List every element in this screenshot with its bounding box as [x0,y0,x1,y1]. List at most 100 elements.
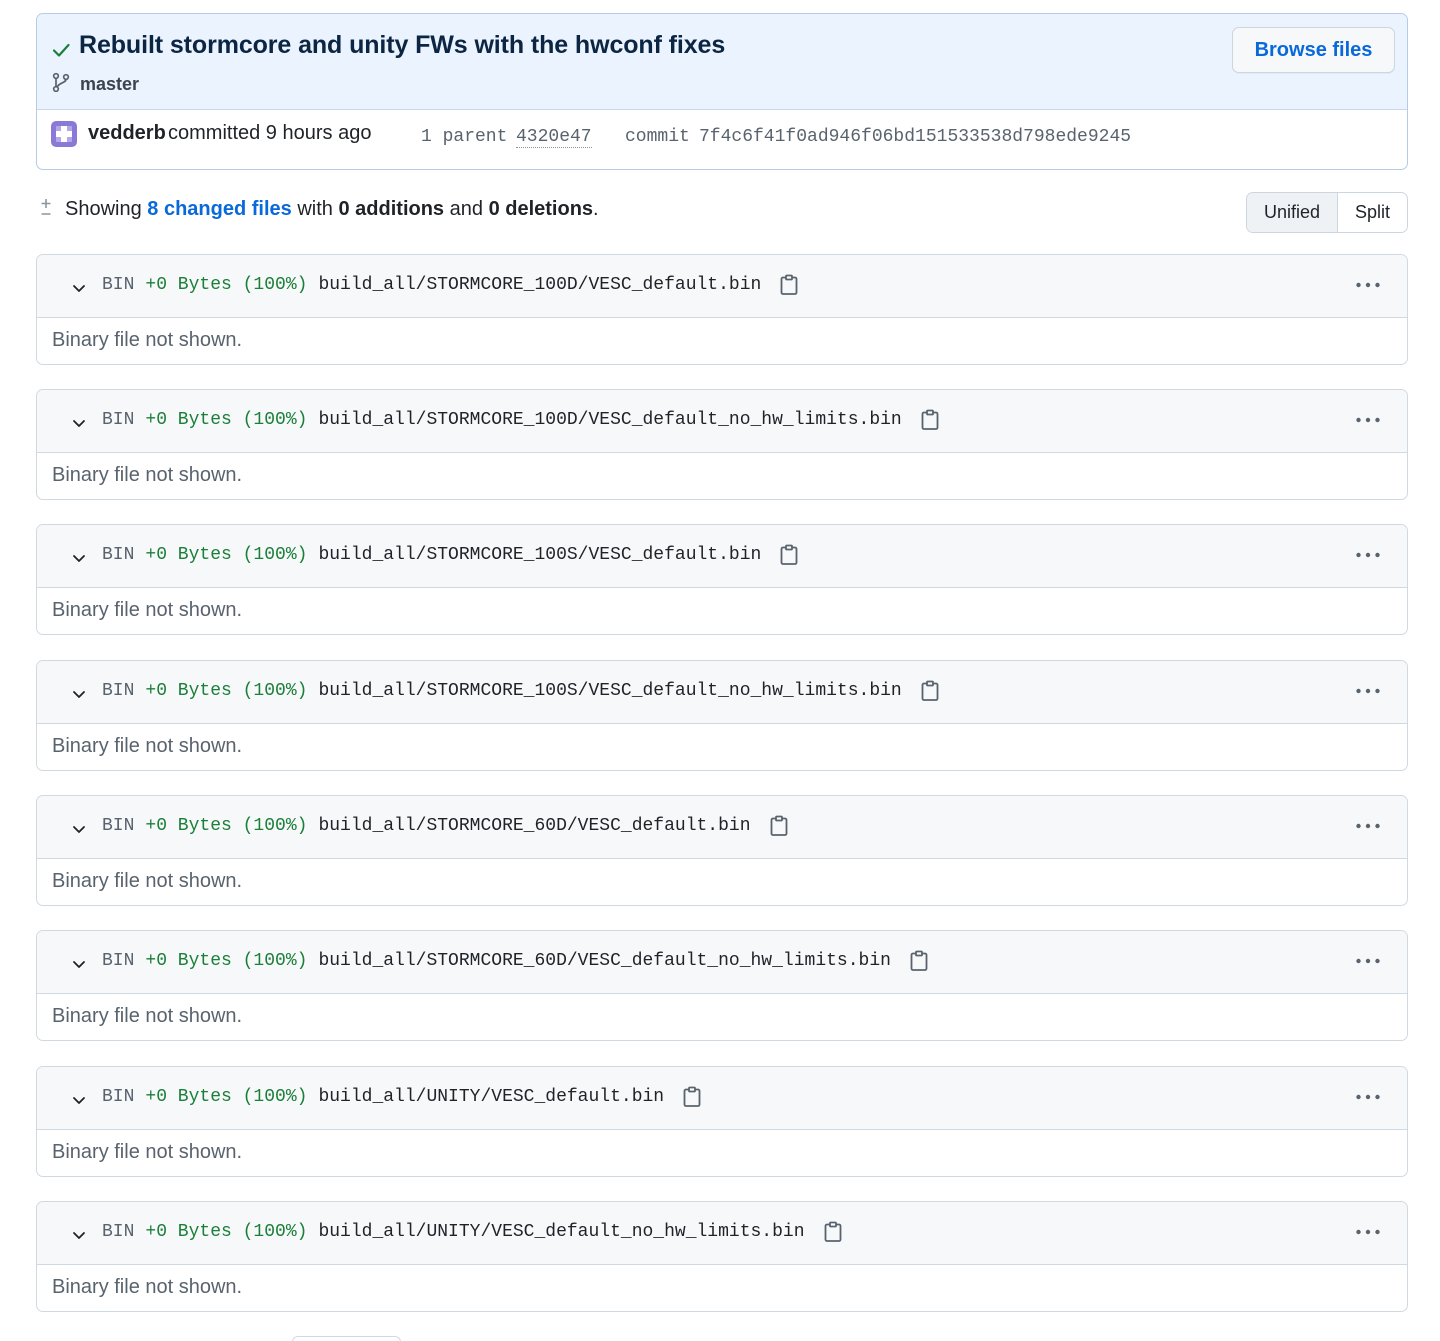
file-info: BIN +0 Bytes (100%) build_all/UNITY/VESC_d… [102,1086,702,1108]
file-type: BIN [102,545,135,565]
kebab-horizontal-icon[interactable] [1355,1224,1381,1240]
git-branch-icon [52,72,70,92]
file-type: BIN [102,410,135,430]
file-info: BIN +0 Bytes (100%) build_all/STORMCORE_10… [102,274,799,296]
kebab-horizontal-icon[interactable] [1355,547,1381,563]
clipboard-icon[interactable] [920,409,940,431]
kebab-horizontal-icon[interactable] [1355,953,1381,969]
file-path[interactable]: build_all/STORMCORE_100D/VESC_default_no… [318,410,901,430]
clipboard-icon[interactable] [909,950,929,972]
file-header: BIN +0 Bytes (100%) build_all/STORMCORE_10… [37,390,1407,453]
file-size-change: +0 Bytes (100%) [145,681,308,701]
clipboard-icon[interactable] [779,274,799,296]
commit-title-bar: Rebuilt stormcore and unity FWs with the… [37,14,1407,110]
file-body: Binary file not shown. [52,329,243,351]
chevron-down-icon[interactable] [70,1091,88,1109]
clipboard-icon[interactable] [682,1086,702,1108]
commit-meta: vedderb committed 9 hours ago 1 parent 4… [37,110,1407,169]
file-body: Binary file not shown. [52,870,243,892]
summary-and: and [449,198,483,220]
summary-period: . [593,198,599,220]
file-type: BIN [102,1087,135,1107]
diff-summary-bar: Showing 8 changed files with 0 additions… [36,192,1408,234]
clipboard-icon[interactable] [779,544,799,566]
avatar[interactable] [51,121,77,147]
chevron-down-icon[interactable] [70,279,88,297]
file-size-change: +0 Bytes (100%) [145,545,308,565]
chevron-down-icon[interactable] [70,414,88,432]
commit-header: Rebuilt stormcore and unity FWs with the… [36,13,1408,170]
parent-label: 1 parent [421,127,508,147]
kebab-horizontal-icon[interactable] [1355,683,1381,699]
diff-summary: Showing 8 changed files with 0 additions… [65,198,599,221]
chevron-down-icon[interactable] [70,549,88,567]
deletions-count: 0 deletions [488,198,594,220]
file-header: BIN +0 Bytes (100%) build_all/STORMCORE_10… [37,255,1407,318]
chevron-down-icon[interactable] [70,955,88,973]
file-diff: BIN +0 Bytes (100%) build_all/STORMCORE_10… [36,254,1408,365]
file-info: BIN +0 Bytes (100%) build_all/STORMCORE_60… [102,815,789,837]
file-type: BIN [102,816,135,836]
footer-button-edge [292,1336,401,1341]
author-link[interactable]: vedderb [88,122,166,145]
file-diff: BIN +0 Bytes (100%) build_all/UNITY/VESC_d… [36,1066,1408,1177]
clipboard-icon[interactable] [920,680,940,702]
file-info: BIN +0 Bytes (100%) build_all/STORMCORE_10… [102,409,940,431]
file-path[interactable]: build_all/UNITY/VESC_default_no_hw_limit… [318,1222,804,1242]
chevron-down-icon[interactable] [70,685,88,703]
clipboard-icon[interactable] [823,1221,843,1243]
file-body: Binary file not shown. [52,599,243,621]
additions-count: 0 additions [338,198,445,220]
diff-icon [41,199,51,215]
file-diff: BIN +0 Bytes (100%) build_all/STORMCORE_10… [36,524,1408,635]
browse-files-button[interactable]: Browse files [1232,27,1395,73]
file-body: Binary file not shown. [52,1005,243,1027]
file-header: BIN +0 Bytes (100%) build_all/STORMCORE_10… [37,661,1407,724]
commit-time: committed 9 hours ago [168,122,372,144]
file-header: BIN +0 Bytes (100%) build_all/STORMCORE_60… [37,931,1407,994]
file-size-change: +0 Bytes (100%) [145,951,308,971]
file-path[interactable]: build_all/STORMCORE_60D/VESC_default_no_… [318,951,891,971]
file-info: BIN +0 Bytes (100%) build_all/STORMCORE_10… [102,680,940,702]
file-size-change: +0 Bytes (100%) [145,275,308,295]
file-type: BIN [102,1222,135,1242]
file-path[interactable]: build_all/STORMCORE_100D/VESC_default.bi… [318,275,761,295]
file-diff: BIN +0 Bytes (100%) build_all/STORMCORE_10… [36,389,1408,500]
chevron-down-icon[interactable] [70,1226,88,1244]
file-type: BIN [102,951,135,971]
check-icon [52,43,70,57]
file-header: BIN +0 Bytes (100%) build_all/UNITY/VESC_d… [37,1202,1407,1265]
file-header: BIN +0 Bytes (100%) build_all/STORMCORE_10… [37,525,1407,588]
file-info: BIN +0 Bytes (100%) build_all/UNITY/VESC_d… [102,1221,843,1243]
commit-title: Rebuilt stormcore and unity FWs with the… [79,31,726,59]
kebab-horizontal-icon[interactable] [1355,818,1381,834]
file-size-change: +0 Bytes (100%) [145,816,308,836]
kebab-horizontal-icon[interactable] [1355,1089,1381,1105]
file-header: BIN +0 Bytes (100%) build_all/UNITY/VESC_d… [37,1067,1407,1130]
branch-name[interactable]: master [80,74,139,95]
file-path[interactable]: build_all/STORMCORE_60D/VESC_default.bin [318,816,750,836]
kebab-horizontal-icon[interactable] [1355,412,1381,428]
file-size-change: +0 Bytes (100%) [145,410,308,430]
kebab-horizontal-icon[interactable] [1355,277,1381,293]
split-button[interactable]: Split [1337,193,1407,232]
parent-sha-link[interactable]: 4320e47 [516,127,592,148]
unified-button[interactable]: Unified [1246,193,1338,232]
file-diff: BIN +0 Bytes (100%) build_all/STORMCORE_60… [36,795,1408,906]
file-diff: BIN +0 Bytes (100%) build_all/STORMCORE_60… [36,930,1408,1041]
file-path[interactable]: build_all/STORMCORE_100S/VESC_default.bi… [318,545,761,565]
file-body: Binary file not shown. [52,1276,243,1298]
file-size-change: +0 Bytes (100%) [145,1087,308,1107]
clipboard-icon[interactable] [769,815,789,837]
file-size-change: +0 Bytes (100%) [145,1222,308,1242]
file-diff: BIN +0 Bytes (100%) build_all/UNITY/VESC_d… [36,1201,1408,1312]
file-info: BIN +0 Bytes (100%) build_all/STORMCORE_10… [102,544,799,566]
chevron-down-icon[interactable] [70,820,88,838]
changed-files-link[interactable]: 8 changed files [147,198,292,220]
file-body: Binary file not shown. [52,735,243,757]
diff-view-toggle: Unified Split [1245,192,1408,233]
commit-sha: 7f4c6f41f0ad946f06bd151533538d798ede9245 [699,127,1132,147]
file-path[interactable]: build_all/UNITY/VESC_default.bin [318,1087,664,1107]
file-body: Binary file not shown. [52,1141,243,1163]
file-path[interactable]: build_all/STORMCORE_100S/VESC_default_no… [318,681,901,701]
